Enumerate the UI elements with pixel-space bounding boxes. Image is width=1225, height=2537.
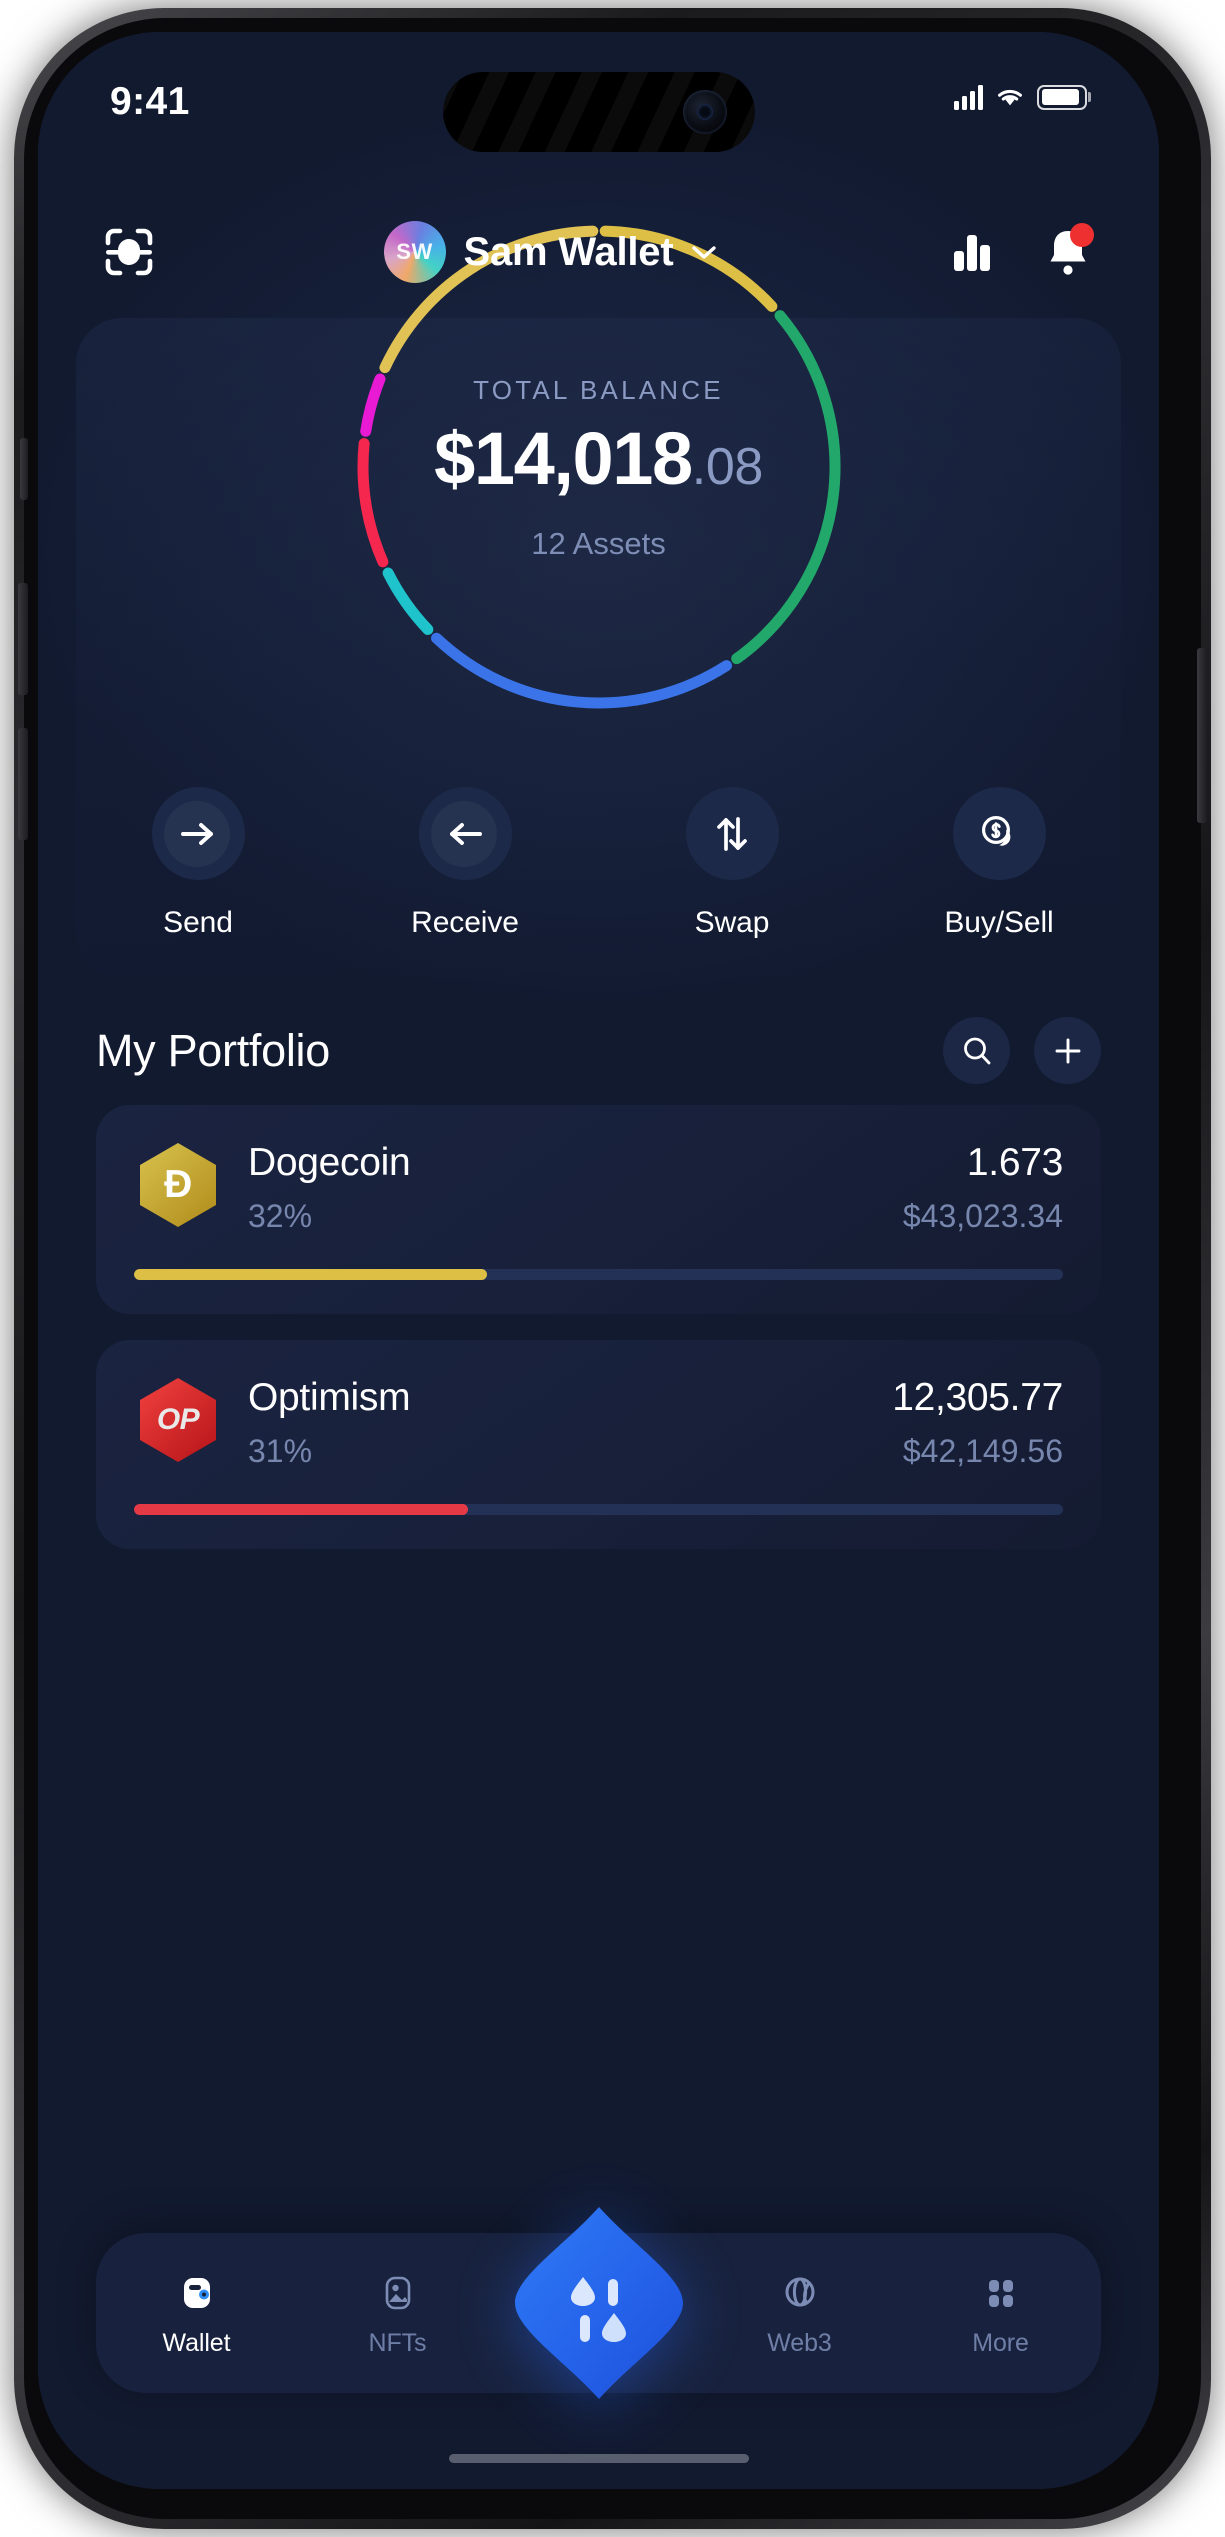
asset-row-top: Ð Dogecoin 32% 1.673 $43,023.34 <box>134 1141 1063 1235</box>
portfolio-asset-list: Ð Dogecoin 32% 1.673 $43,023.34 OP Optim… <box>96 1105 1101 1575</box>
chevron-down-icon <box>692 246 717 259</box>
search-button[interactable] <box>943 1017 1010 1084</box>
swap-label: Swap <box>694 906 770 939</box>
asset-symbol: Ð <box>164 1163 192 1206</box>
donut-segment <box>382 567 433 635</box>
search-icon <box>963 1037 990 1064</box>
receive-label: Receive <box>411 906 519 939</box>
wallet-selector[interactable]: SW Sam Wallet <box>162 221 939 283</box>
header-actions <box>939 219 1101 285</box>
buy-sell-button[interactable]: Buy/Sell <box>899 787 1099 940</box>
asset-identity: Dogecoin 32% <box>248 1141 877 1235</box>
wallet-name: Sam Wallet <box>463 229 674 274</box>
swap-button[interactable]: Swap <box>632 787 832 940</box>
asset-values: 1.673 $43,023.34 <box>903 1141 1063 1235</box>
asset-token-icon: OP <box>134 1376 222 1464</box>
nav-item-wallet[interactable]: Wallet <box>96 2269 297 2358</box>
donut-segment <box>430 632 732 709</box>
swap-button-circle <box>685 787 779 880</box>
asset-identity: Optimism 31% <box>248 1376 866 1470</box>
front-camera-icon <box>682 90 727 134</box>
send-button-circle <box>151 787 245 880</box>
home-indicator <box>448 2454 749 2463</box>
volume-down-button[interactable] <box>18 728 28 840</box>
notifications-button[interactable] <box>1035 219 1101 285</box>
asset-row[interactable]: OP Optimism 31% 12,305.77 $42,149.56 <box>96 1339 1101 1549</box>
arrow-right-icon <box>181 822 213 845</box>
dynamic-island <box>442 72 755 152</box>
asset-symbol: OP <box>156 1402 200 1436</box>
bar-chart-icon <box>954 235 990 271</box>
asset-amount: 12,305.77 <box>892 1375 1063 1419</box>
quick-actions-row: Send Receive Swap Buy/Sell <box>98 787 1099 940</box>
asset-allocation-bar-fill <box>134 1503 469 1515</box>
asset-allocation-bar <box>134 1268 1063 1280</box>
screenshot-root: 9:41 SW Sam Wallet TOTAL BALANCE $14,018… <box>0 0 1225 2537</box>
nav-label-web3: Web3 <box>767 2328 832 2357</box>
asset-amount: 1.673 <box>966 1141 1063 1184</box>
nav-item-web3[interactable]: Web3 <box>699 2269 900 2358</box>
asset-fiat-value: $43,023.34 <box>902 1197 1063 1234</box>
avatar-initials: SW <box>396 239 433 264</box>
asset-allocation-bar <box>134 1503 1063 1515</box>
balance-center: TOTAL BALANCE $14,018.08 12 Assets <box>349 375 849 562</box>
receive-button[interactable]: Receive <box>365 787 565 940</box>
balance-cents: .08 <box>691 438 763 496</box>
asset-values: 12,305.77 $42,149.56 <box>892 1376 1063 1470</box>
avatar: SW <box>383 221 446 283</box>
page-title: My Portfolio <box>96 1024 330 1076</box>
balance-whole: $14,018 <box>434 417 693 500</box>
send-label: Send <box>163 906 233 939</box>
portfolio-actions <box>943 1017 1101 1084</box>
asset-allocation-bar-fill <box>134 1268 488 1280</box>
front-camera-lens <box>696 104 713 120</box>
asset-name: Dogecoin <box>248 1141 411 1184</box>
grid-dots-icon <box>977 2269 1025 2317</box>
dollar-coins-icon <box>982 815 1011 846</box>
nav-label-wallet: Wallet <box>162 2328 231 2357</box>
asset-token-icon: Ð <box>134 1141 222 1229</box>
scan-face-icon <box>105 228 153 276</box>
stake-droplets-icon <box>514 2207 683 2399</box>
swap-arrows-icon <box>717 816 747 851</box>
send-button[interactable]: Send <box>98 787 298 940</box>
globe-icon <box>776 2269 824 2317</box>
buy-sell-button-circle <box>952 787 1046 880</box>
nav-item-more[interactable]: More <box>900 2269 1101 2358</box>
receive-button-circle <box>418 787 512 880</box>
total-balance-amount: $14,018.08 <box>349 422 849 496</box>
stake-fab-button[interactable] <box>513 2205 685 2401</box>
nav-item-nfts[interactable]: NFTs <box>297 2269 498 2358</box>
scan-button[interactable] <box>96 219 162 285</box>
asset-row[interactable]: Ð Dogecoin 32% 1.673 $43,023.34 <box>96 1105 1101 1314</box>
asset-name: Optimism <box>248 1375 411 1419</box>
add-asset-button[interactable] <box>1034 1017 1101 1084</box>
nav-label-nfts: NFTs <box>368 2328 427 2357</box>
bell-wrapper <box>1044 223 1094 279</box>
assets-count: 12 Assets <box>531 526 666 561</box>
asset-row-top: OP Optimism 31% 12,305.77 $42,149.56 <box>134 1376 1063 1470</box>
volume-up-button[interactable] <box>18 583 28 695</box>
asset-fiat-value: $42,149.56 <box>902 1432 1063 1469</box>
buy-sell-label: Buy/Sell <box>944 906 1054 939</box>
phone-screen: 9:41 SW Sam Wallet TOTAL BALANCE $14,018… <box>38 32 1159 2489</box>
total-balance-label: TOTAL BALANCE <box>473 375 724 405</box>
plus-icon <box>1055 1038 1080 1063</box>
power-button[interactable] <box>1197 648 1207 823</box>
asset-allocation-percent: 32% <box>248 1197 313 1234</box>
silent-switch[interactable] <box>20 438 28 500</box>
notification-badge <box>1070 223 1094 247</box>
image-frame-icon <box>374 2269 422 2317</box>
app-header: SW Sam Wallet <box>38 197 1159 307</box>
arrow-left-icon <box>450 822 482 845</box>
asset-allocation-percent: 31% <box>248 1432 313 1469</box>
portfolio-header: My Portfolio <box>96 1017 1101 1084</box>
analytics-button[interactable] <box>939 219 1005 285</box>
wallet-icon <box>173 2269 221 2317</box>
nav-label-more: More <box>972 2328 1029 2357</box>
